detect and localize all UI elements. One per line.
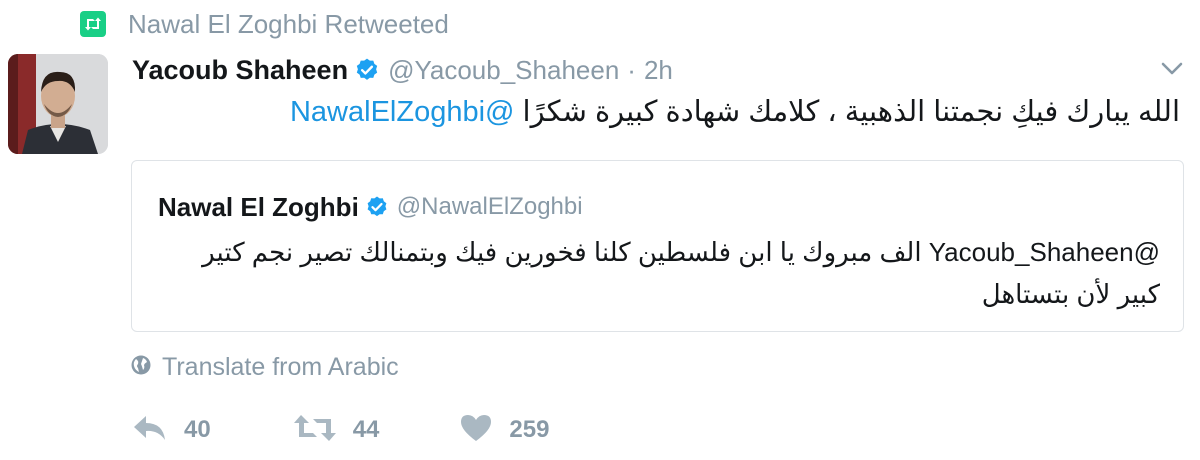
quoted-author-handle[interactable]: @NawalElZoghbi xyxy=(397,193,583,221)
tweet-mention-link[interactable]: @NawalElZoghbi xyxy=(290,96,515,128)
reply-count: 40 xyxy=(184,416,211,443)
retweet-button[interactable]: 44 xyxy=(293,413,380,448)
like-count: 259 xyxy=(509,416,550,443)
verified-badge-icon xyxy=(365,195,389,219)
quoted-tweet-header: Nawal El Zoghbi @NawalElZoghbi xyxy=(158,189,583,225)
verified-badge-icon xyxy=(354,57,380,83)
retweet-icon xyxy=(80,11,106,37)
retweet-count: 44 xyxy=(352,416,380,443)
translate-label[interactable]: Translate from Arabic xyxy=(162,353,399,382)
heart-icon xyxy=(459,413,493,448)
retweet-context-label[interactable]: Nawal El Zoghbi Retweeted xyxy=(128,9,449,40)
reply-button[interactable]: 40 xyxy=(132,413,211,448)
quoted-author-name[interactable]: Nawal El Zoghbi xyxy=(158,192,359,223)
author-handle[interactable]: @Yacoub_Shaheen xyxy=(388,55,619,86)
tweet-timestamp[interactable]: 2h xyxy=(644,55,673,86)
quoted-tweet-card[interactable]: Nawal El Zoghbi @NawalElZoghbi @Yacoub_S… xyxy=(131,160,1184,332)
avatar[interactable] xyxy=(8,54,108,154)
quoted-tweet-text: @Yacoub_Shaheen الف مبروك يا ابن فلسطين … xyxy=(158,231,1160,315)
retweet-icon xyxy=(293,413,337,448)
like-button[interactable]: 259 xyxy=(459,413,549,448)
tweet-body-text: الله يبارك فيكِ نجمتنا الذهبية ، كلامك ش… xyxy=(514,96,1180,128)
reply-icon xyxy=(132,413,168,448)
quoted-mention: @Yacoub_Shaheen xyxy=(928,237,1160,267)
author-name[interactable]: Yacoub Shaheen xyxy=(132,55,348,86)
globe-icon xyxy=(130,354,152,381)
chevron-down-icon[interactable] xyxy=(1158,54,1186,82)
tweet-actions: 40 44 259 xyxy=(132,410,609,450)
translate-link[interactable]: Translate from Arabic xyxy=(130,350,399,384)
retweet-context: Nawal El Zoghbi Retweeted xyxy=(80,8,449,40)
tweet-text: الله يبارك فيكِ نجمتنا الذهبية ، كلامك ش… xyxy=(140,90,1180,134)
separator-dot: · xyxy=(627,54,636,85)
tweet-header: Yacoub Shaheen @Yacoub_Shaheen · 2h xyxy=(132,50,673,90)
